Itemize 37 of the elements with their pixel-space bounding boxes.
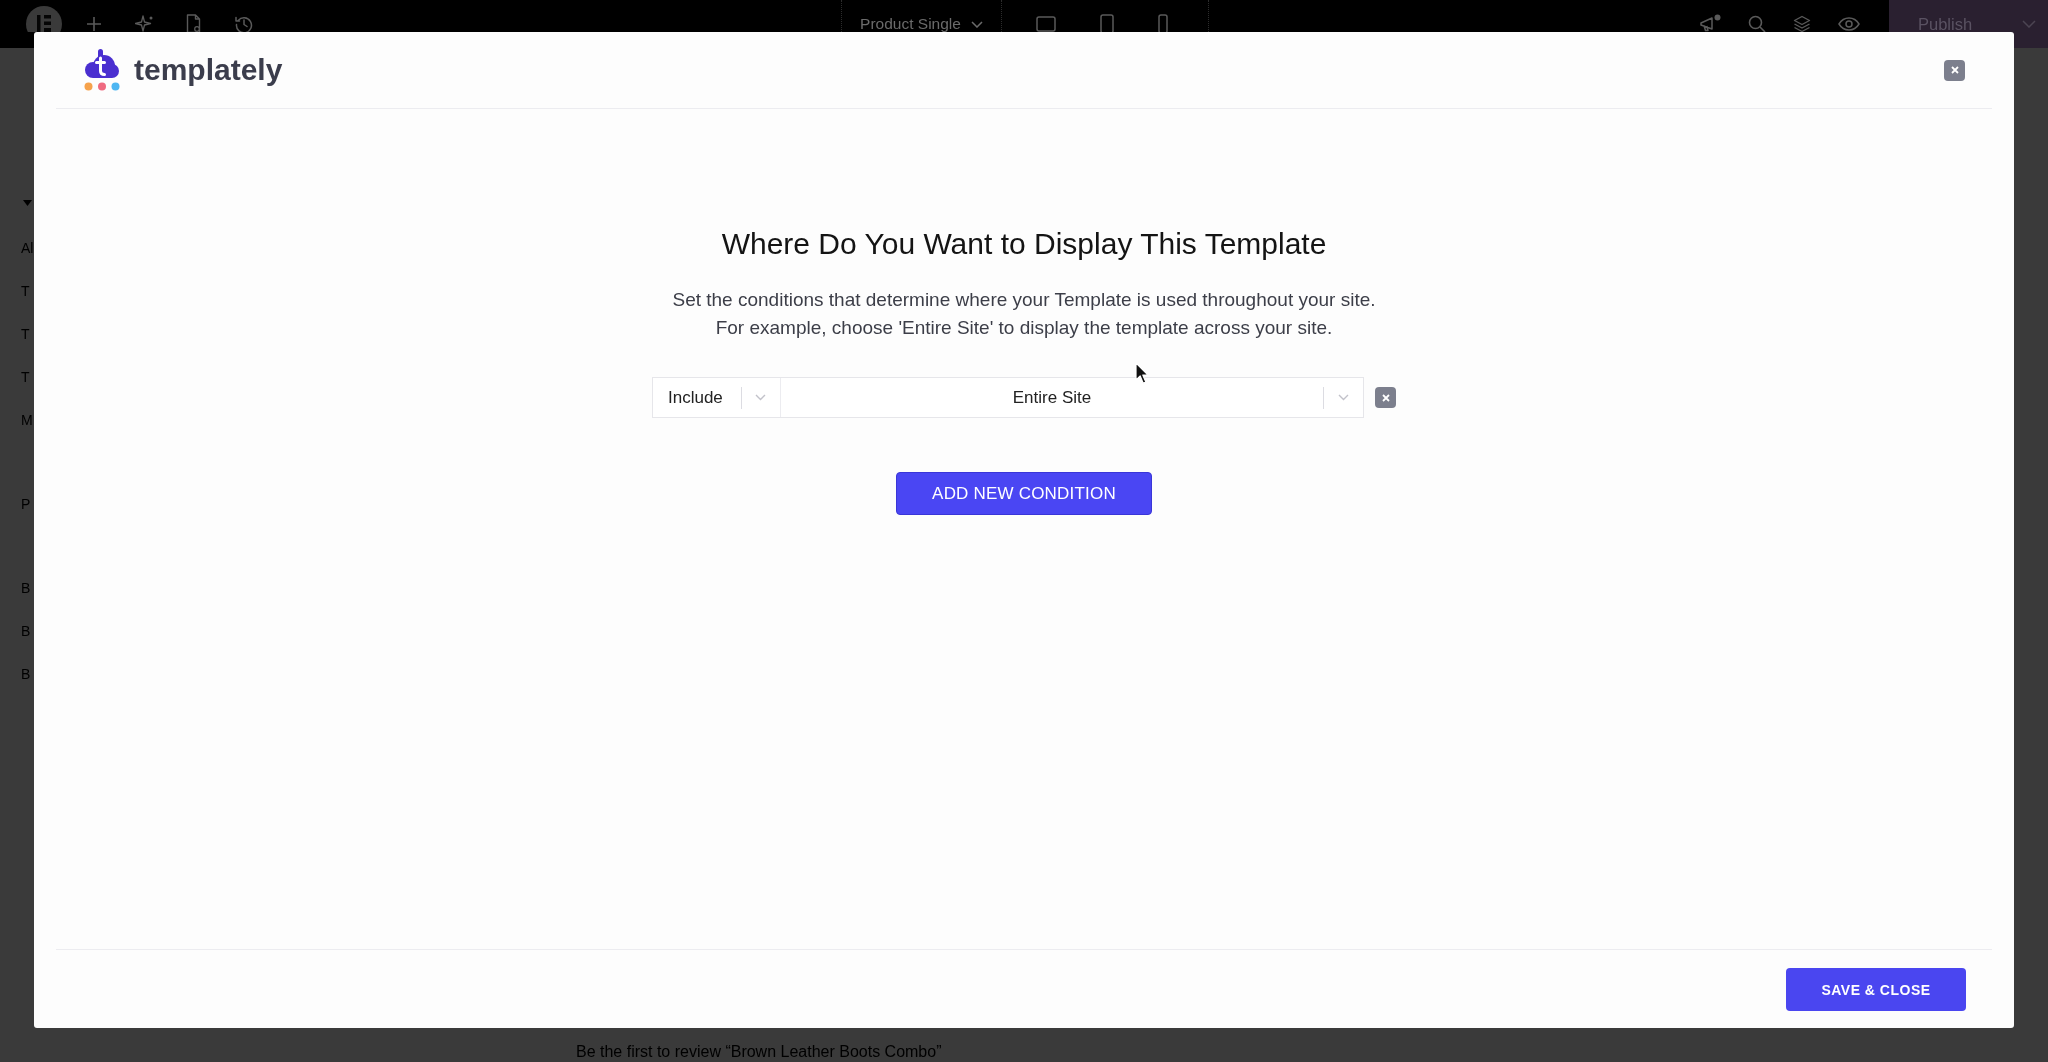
panel-label: B xyxy=(21,665,31,684)
chevron-down-icon xyxy=(1338,394,1349,401)
dialog-title: Where Do You Want to Display This Template xyxy=(721,226,1327,262)
remove-condition-button[interactable] xyxy=(1375,387,1396,408)
history-icon[interactable] xyxy=(235,15,253,33)
panel-label: T xyxy=(21,368,30,387)
tablet-icon[interactable] xyxy=(1100,14,1114,34)
dialog-description: Set the conditions that determine where your Template is used throughout your site. For example, choose 'Entire Site' to display the template across your site. xyxy=(672,288,1376,340)
phone-icon[interactable] xyxy=(1158,14,1168,34)
page-menu[interactable]: Product Single xyxy=(860,15,983,33)
sparkle-icon[interactable] xyxy=(135,15,153,33)
close-icon xyxy=(1381,393,1390,402)
panel-label: B xyxy=(21,622,31,641)
desktop-icon[interactable] xyxy=(1036,16,1056,32)
panel-label: Al xyxy=(21,239,34,258)
close-button[interactable] xyxy=(1944,59,1965,81)
save-close-button[interactable]: SAVE & CLOSE xyxy=(1786,968,1966,1011)
chevron-down-icon xyxy=(970,20,983,28)
publish-options-button[interactable] xyxy=(2010,0,2048,48)
review-prompt: Be the first to review “Brown Leather Boots Combo” xyxy=(576,1042,942,1062)
document-icon[interactable] xyxy=(186,14,202,34)
panel-label: B xyxy=(21,579,31,598)
panel-label: M xyxy=(21,411,33,430)
cloud-logo-icon xyxy=(84,49,120,91)
close-icon xyxy=(1950,66,1959,74)
eye-icon[interactable] xyxy=(1838,17,1860,31)
add-condition-button[interactable]: ADD NEW CONDITION xyxy=(896,472,1152,515)
panel-label: T xyxy=(21,282,30,301)
brand-name: templately xyxy=(134,52,283,88)
layers-icon[interactable] xyxy=(1793,15,1811,33)
chevron-down-icon xyxy=(2022,20,2036,28)
panel-label: P xyxy=(21,495,31,514)
search-icon[interactable] xyxy=(1748,15,1766,33)
megaphone-icon[interactable] xyxy=(1699,14,1721,34)
condition-type-select[interactable]: Include xyxy=(653,378,781,417)
panel-label: T xyxy=(21,325,30,344)
chevron-down-icon xyxy=(755,394,766,401)
